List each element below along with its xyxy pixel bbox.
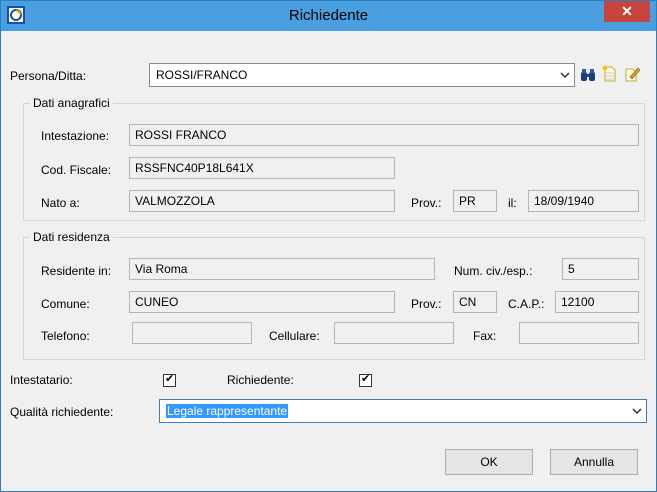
binoculars-icon[interactable] <box>579 66 597 84</box>
richiedente-checkbox[interactable]: ✔ <box>359 373 372 387</box>
residenza-title: Dati residenza <box>30 230 113 244</box>
numciv-label: Num. civ./esp.: <box>454 264 533 278</box>
nato-field[interactable]: VALMOZZOLA <box>129 190 395 212</box>
telefono-label: Telefono: <box>41 329 90 343</box>
cellulare-field[interactable] <box>334 322 454 344</box>
close-button[interactable]: ✕ <box>604 1 650 22</box>
cap-label: C.A.P.: <box>508 297 545 311</box>
comune-prov-label: Prov.: <box>411 297 442 311</box>
window-title: Richiedente <box>288 7 369 24</box>
qualita-value: Legale rappresentante <box>166 404 289 418</box>
persona-combobox[interactable]: ROSSI/FRANCO <box>149 63 575 87</box>
cellulare-label: Cellulare: <box>269 329 320 343</box>
cap-field[interactable]: 12100 <box>555 291 639 313</box>
comune-field[interactable]: CUNEO <box>129 291 395 313</box>
qualita-label: Qualità richiedente: <box>10 405 114 419</box>
codfiscale-label: Cod. Fiscale: <box>41 163 112 177</box>
numciv-field[interactable]: 5 <box>562 258 639 280</box>
residente-field[interactable]: Via Roma <box>129 258 435 280</box>
annulla-button[interactable]: Annulla <box>550 449 638 475</box>
new-document-icon[interactable] <box>601 65 619 83</box>
intestazione-field[interactable]: ROSSI FRANCO <box>129 124 639 146</box>
check-icon: ✔ <box>165 373 175 385</box>
ok-button[interactable]: OK <box>445 449 533 475</box>
comune-label: Comune: <box>41 297 90 311</box>
persona-value: ROSSI/FRANCO <box>156 68 248 82</box>
richiedente-label: Richiedente: <box>227 373 294 387</box>
richiedente-dialog: Richiedente ✕ Persona/Ditta: ROSSI/FRANC… <box>0 0 657 492</box>
fax-field[interactable] <box>519 322 639 344</box>
chevron-down-icon <box>632 408 642 415</box>
nato-il-label: il: <box>508 196 517 210</box>
intestatario-label: Intestatario: <box>10 373 73 387</box>
check-icon: ✔ <box>361 373 371 385</box>
chevron-down-icon <box>560 72 570 79</box>
nato-prov-field[interactable]: PR <box>453 190 497 212</box>
telefono-field[interactable] <box>132 322 252 344</box>
title-bar: Richiedente ✕ <box>1 1 656 31</box>
qualita-combobox[interactable]: Legale rappresentante <box>159 399 647 423</box>
nato-label: Nato a: <box>41 196 80 210</box>
fax-label: Fax: <box>473 329 497 343</box>
comune-prov-field[interactable]: CN <box>453 291 497 313</box>
nato-il-field[interactable]: 18/09/1940 <box>528 190 639 212</box>
anagrafici-title: Dati anagrafici <box>30 96 113 110</box>
edit-document-icon[interactable] <box>623 65 641 83</box>
close-icon: ✕ <box>621 3 633 19</box>
persona-label: Persona/Ditta: <box>10 69 87 83</box>
intestazione-label: Intestazione: <box>41 129 110 143</box>
codfiscale-field[interactable]: RSSFNC40P18L641X <box>129 157 395 179</box>
intestatario-checkbox[interactable]: ✔ <box>163 373 176 387</box>
nato-prov-label: Prov.: <box>411 196 442 210</box>
residente-label: Residente in: <box>41 264 112 278</box>
